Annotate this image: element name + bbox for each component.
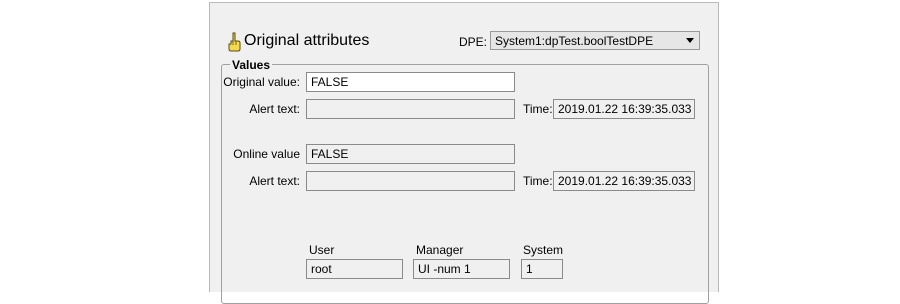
time-label-2: Time: bbox=[523, 174, 553, 188]
dpe-label: DPE: bbox=[459, 35, 488, 49]
original-attributes-panel: Original attributes DPE: System1:dpTest.… bbox=[209, 2, 719, 304]
alert-text-label-2: Alert text: bbox=[249, 174, 300, 188]
online-value-field[interactable]: FALSE bbox=[306, 144, 515, 164]
dpe-select[interactable]: System1:dpTest.boolTestDPE bbox=[490, 31, 700, 50]
system-field[interactable]: 1 bbox=[521, 259, 563, 279]
time-field-2[interactable]: 2019.01.22 16:39:35.033 bbox=[553, 171, 695, 191]
alert-text-field-2[interactable] bbox=[306, 171, 515, 191]
alert-text-field-1[interactable] bbox=[306, 99, 515, 119]
page-title: Original attributes bbox=[244, 32, 370, 49]
dpe-select-value: System1:dpTest.boolTestDPE bbox=[495, 34, 654, 48]
user-label: User bbox=[309, 243, 335, 257]
time-label-1: Time: bbox=[523, 102, 553, 116]
user-field[interactable]: root bbox=[306, 259, 403, 279]
time-field-1[interactable]: 2019.01.22 16:39:35.033 bbox=[553, 99, 695, 119]
original-value-label: Original value: bbox=[223, 75, 300, 89]
original-value-field[interactable]: FALSE bbox=[306, 72, 515, 92]
alert-text-label-1: Alert text: bbox=[249, 102, 300, 116]
manager-field[interactable]: UI -num 1 bbox=[413, 259, 510, 279]
online-value-label: Online value bbox=[233, 147, 300, 161]
hand-pointer-icon bbox=[228, 32, 241, 52]
values-group-title: Values bbox=[230, 58, 273, 72]
chevron-down-icon[interactable] bbox=[686, 38, 694, 43]
manager-label: Manager bbox=[416, 243, 464, 257]
system-label: System bbox=[523, 243, 564, 257]
